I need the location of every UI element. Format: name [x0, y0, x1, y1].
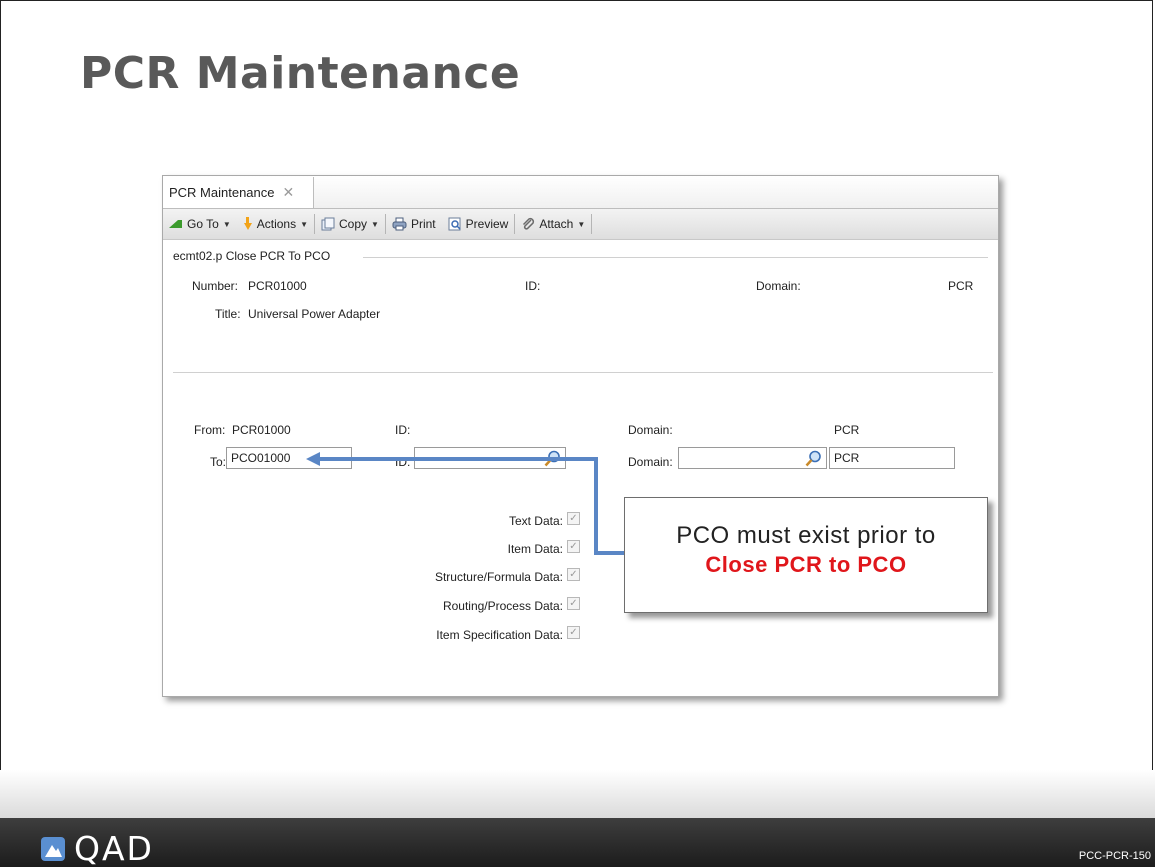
tab-strip: PCR Maintenance ✕: [163, 176, 998, 209]
preview-icon: [448, 217, 461, 231]
routing-process-data-checkbox[interactable]: ✓: [567, 597, 580, 610]
tab-pcr-maintenance[interactable]: PCR Maintenance ✕: [163, 177, 314, 208]
to-id-field[interactable]: [414, 447, 566, 469]
footer-bar: [0, 818, 1155, 867]
item-specification-data-label: Item Specification Data:: [436, 628, 563, 642]
chevron-down-icon: ▼: [371, 219, 379, 229]
number-label: Number:: [192, 279, 239, 293]
close-icon[interactable]: ✕: [283, 184, 295, 201]
id-label: ID:: [525, 279, 541, 293]
item-data-label: Item Data:: [507, 542, 563, 556]
qad-logo-text: QAD: [74, 829, 154, 868]
title-value: Universal Power Adapter: [248, 307, 381, 321]
goto-button[interactable]: Go To ▼: [163, 212, 237, 236]
domain-label: Domain:: [756, 279, 801, 293]
tab-label: PCR Maintenance: [169, 185, 275, 200]
toolbar: Go To ▼ Actions ▼ Copy ▼ Print Preview A…: [163, 209, 998, 240]
toolbar-separator: [591, 214, 593, 234]
chevron-down-icon: ▼: [222, 219, 231, 229]
item-data-checkbox[interactable]: ✓: [567, 540, 580, 553]
paperclip-icon: [523, 217, 535, 230]
attach-button[interactable]: Attach ▼: [515, 212, 591, 236]
to-domain-label: Domain:: [628, 455, 673, 469]
text-data-checkbox[interactable]: ✓: [567, 512, 580, 525]
footer-fade: [0, 770, 1155, 820]
routing-process-data-label: Routing/Process Data:: [442, 599, 563, 613]
preview-button[interactable]: Preview: [442, 212, 515, 236]
to-id-label: ID:: [395, 455, 411, 469]
qad-logo-icon: [41, 836, 65, 861]
callout-highlight: Close PCR to PCO: [705, 552, 907, 577]
search-icon[interactable]: [544, 450, 561, 467]
item-specification-data-checkbox[interactable]: ✓: [567, 626, 580, 639]
from-value: PCR01000: [232, 423, 291, 437]
attach-label: Attach: [539, 217, 574, 231]
goto-arrow-icon: [169, 220, 182, 228]
to-label: To:: [210, 455, 227, 469]
to-domain-code-field[interactable]: PCR: [829, 447, 955, 469]
print-button[interactable]: Print: [386, 212, 442, 236]
to-domain-field[interactable]: [678, 447, 827, 469]
text-data-label: Text Data:: [508, 514, 563, 528]
copy-icon: [321, 217, 335, 231]
hand-pointer-icon: [243, 217, 252, 230]
to-number-field[interactable]: PCO01000: [226, 447, 352, 469]
group-border: [363, 257, 988, 258]
slide-title: PCR Maintenance: [80, 48, 521, 99]
goto-label: Go To: [187, 217, 219, 231]
number-value: PCR01000: [248, 279, 307, 293]
actions-label: Actions: [256, 217, 297, 231]
preview-label: Preview: [465, 217, 509, 231]
from-domain-label: Domain:: [628, 423, 673, 437]
from-id-label: ID:: [395, 423, 411, 437]
actions-button[interactable]: Actions ▼: [237, 212, 314, 236]
search-icon[interactable]: [805, 450, 822, 467]
qad-logo: QAD: [40, 832, 154, 865]
callout-box: PCO must exist prior to Close PCR to PCO: [624, 497, 988, 613]
print-label: Print: [410, 217, 436, 231]
chevron-down-icon: ▼: [300, 219, 309, 229]
group-title: ecmt02.p Close PCR To PCO: [173, 249, 337, 263]
slide-code: PCC-PCR-150: [1078, 850, 1151, 862]
section-divider: [173, 372, 993, 373]
chevron-down-icon: ▼: [577, 219, 586, 229]
title-label: Title:: [215, 307, 241, 321]
print-icon: [392, 217, 407, 231]
copy-button[interactable]: Copy ▼: [315, 212, 385, 236]
from-label: From:: [194, 423, 226, 437]
callout-text: PCO must exist prior to: [676, 522, 936, 549]
structure-formula-data-label: Structure/Formula Data:: [434, 570, 563, 584]
structure-formula-data-checkbox[interactable]: ✓: [567, 568, 580, 581]
from-domain-value: PCR: [834, 423, 860, 437]
copy-label: Copy: [339, 217, 368, 231]
domain-value: PCR: [948, 279, 974, 293]
app-window: PCR Maintenance ✕ Go To ▼ Actions ▼ Copy…: [162, 175, 999, 697]
